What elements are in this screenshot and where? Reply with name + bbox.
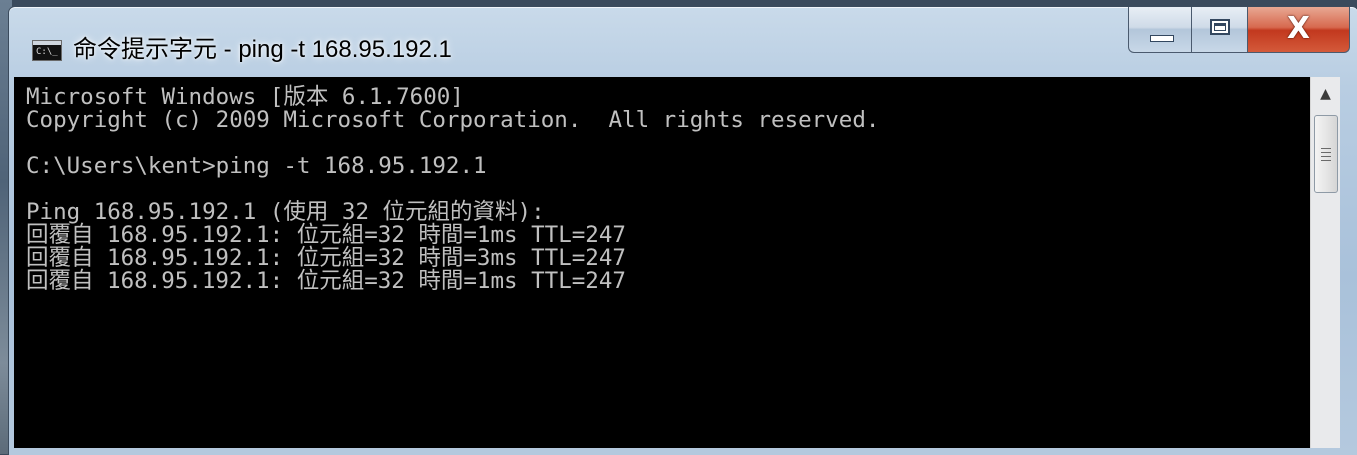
close-button[interactable]: X — [1248, 7, 1350, 53]
console-line: 回覆自 168.95.192.1: 位元組=32 時間=3ms TTL=247 — [26, 245, 626, 271]
close-icon: X — [1286, 11, 1311, 46]
maximize-button[interactable] — [1192, 7, 1248, 53]
scroll-up-arrow-icon: ▲ — [1320, 86, 1331, 102]
minimize-icon — [1150, 35, 1174, 42]
console-line: C:\Users\kent>ping -t 168.95.192.1 — [26, 153, 487, 179]
cmd-app-icon[interactable]: C:\_ — [32, 40, 62, 61]
console-text: Microsoft Windows [版本 6.1.7600] Copyright… — [14, 77, 1310, 293]
vertical-scrollbar[interactable]: ▲ — [1310, 77, 1340, 448]
console-line: 回覆自 168.95.192.1: 位元組=32 時間=1ms TTL=247 — [26, 222, 626, 248]
console-line: 回覆自 168.95.192.1: 位元組=32 時間=1ms TTL=247 — [26, 268, 626, 294]
app-icon-glyph: C:\_ — [36, 47, 58, 57]
window-title: 命令提示字元 - ping -t 168.95.192.1 — [73, 36, 452, 63]
maximize-icon — [1210, 19, 1230, 35]
console-output[interactable]: Microsoft Windows [版本 6.1.7600] Copyright… — [14, 77, 1310, 448]
window-controls: X — [1128, 7, 1350, 53]
scroll-thumb[interactable] — [1314, 115, 1338, 193]
console-line: Copyright (c) 2009 Microsoft Corporation… — [26, 107, 880, 133]
title-bar[interactable]: C:\_ 命令提示字元 - ping -t 168.95.192.1 X — [9, 7, 1357, 77]
minimize-button[interactable] — [1128, 7, 1192, 53]
scroll-up-button[interactable]: ▲ — [1311, 77, 1340, 111]
console-line: Ping 168.95.192.1 (使用 32 位元組的資料): — [26, 199, 545, 225]
console-line: Microsoft Windows [版本 6.1.7600] — [26, 84, 464, 110]
